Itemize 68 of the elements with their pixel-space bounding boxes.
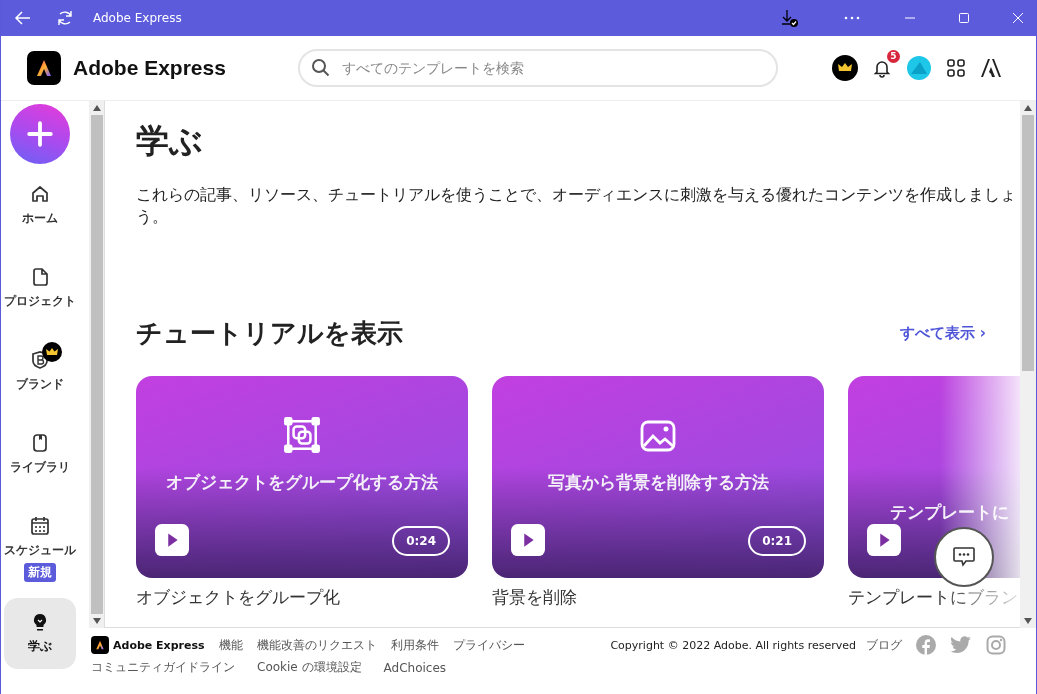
app-logo-icon[interactable] xyxy=(27,51,61,85)
footer-link[interactable]: Cookie の環境設定 xyxy=(257,659,362,676)
avatar-icon[interactable] xyxy=(906,55,932,81)
scrollbar[interactable] xyxy=(1020,101,1036,628)
create-button[interactable] xyxy=(10,104,70,164)
crown-icon[interactable] xyxy=(832,55,858,81)
nav-item[interactable]: ブランド xyxy=(4,342,76,401)
card-caption[interactable]: テンプレートにブラン xyxy=(848,586,1020,609)
section-heading: チュートリアルを表示 xyxy=(136,317,404,350)
nav-item[interactable]: ライブラリ xyxy=(4,425,76,484)
brand-shield-icon xyxy=(30,350,50,370)
card-title: 写真から背景を削除する方法 xyxy=(547,472,769,494)
calendar-icon xyxy=(30,516,50,536)
card-title: テンプレートに xyxy=(890,502,1009,524)
see-all-link[interactable]: すべて表示 › xyxy=(899,324,986,343)
image-icon xyxy=(640,418,676,454)
home-icon xyxy=(30,184,50,204)
footer-link[interactable]: 機能改善のリクエスト xyxy=(256,636,377,654)
app-name: Adobe Express xyxy=(73,56,226,80)
page-title: 学ぶ xyxy=(136,120,204,162)
nav-item[interactable]: プロジェクト xyxy=(4,259,76,318)
close-icon[interactable] xyxy=(1012,12,1024,24)
refresh-icon[interactable] xyxy=(55,8,75,28)
library-icon xyxy=(30,433,50,453)
duration-badge: 0:21 xyxy=(748,526,806,556)
nav-item[interactable]: ホーム xyxy=(4,176,76,235)
footer-link[interactable]: コミュニティガイドライン xyxy=(91,659,235,676)
bell-icon[interactable] xyxy=(872,58,892,78)
maximize-icon[interactable] xyxy=(958,12,970,24)
plus-icon xyxy=(27,121,53,147)
scroll-up-icon[interactable] xyxy=(92,105,101,111)
new-badge: 新規 xyxy=(24,563,56,582)
more-icon[interactable] xyxy=(842,15,862,21)
search-icon xyxy=(310,58,331,78)
card-caption[interactable]: オブジェクトをグループ化 xyxy=(136,586,468,609)
scroll-down-icon[interactable] xyxy=(1024,618,1032,624)
window-title: Adobe Express xyxy=(93,11,182,25)
apps-grid-icon[interactable] xyxy=(946,58,966,78)
download-icon[interactable] xyxy=(780,8,800,28)
page-description: これらの記事、リソース、チュートリアルを使うことで、オーディエンスに刺激を与える優れたコンテンツを作成しましょう。 xyxy=(136,184,1016,228)
footer-brand: Adobe Express xyxy=(113,638,205,652)
play-button-icon[interactable] xyxy=(154,524,190,558)
scrollbar[interactable] xyxy=(89,101,105,628)
nav-item[interactable]: スケジュール 新規 xyxy=(4,508,76,590)
copyright-text: Copyright © 2022 Adobe. All rights reserved xyxy=(610,638,856,652)
scroll-down-icon[interactable] xyxy=(92,618,101,624)
card-caption[interactable]: 背景を削除 xyxy=(492,586,824,609)
chat-icon xyxy=(952,546,976,568)
tutorial-card[interactable]: 写真から背景を削除する方法 0:21 xyxy=(492,376,824,578)
search-field[interactable]: すべてのテンプレートを検索 xyxy=(297,49,778,87)
footer-link[interactable]: ブログ xyxy=(866,636,902,654)
notification-badge: 5 xyxy=(887,50,900,63)
group-objects-icon xyxy=(283,416,321,454)
footer-link[interactable]: 利用条件 xyxy=(390,636,439,654)
play-button-icon[interactable] xyxy=(866,524,902,558)
nav-item[interactable]: 学ぶ xyxy=(4,598,76,669)
play-button-icon[interactable] xyxy=(510,524,546,558)
footer-link[interactable]: プライバシー xyxy=(452,636,525,654)
footer-link[interactable]: 機能 xyxy=(218,636,243,654)
adobe-logo-icon[interactable] xyxy=(980,58,1002,78)
tutorial-card[interactable]: オブジェクトをグループ化する方法 0:24 xyxy=(136,376,468,578)
footer-link[interactable]: AdChoices xyxy=(383,660,447,675)
card-title: オブジェクトをグループ化する方法 xyxy=(166,472,438,494)
tutorial-card[interactable]: テンプレートに xyxy=(848,376,1020,578)
duration-badge: 0:24 xyxy=(392,526,450,556)
app-logo-icon[interactable] xyxy=(91,636,109,654)
file-icon xyxy=(30,267,50,287)
scroll-up-icon[interactable] xyxy=(1024,105,1032,111)
